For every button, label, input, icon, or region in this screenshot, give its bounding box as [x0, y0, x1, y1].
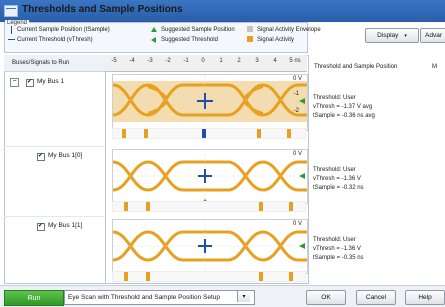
bus-checkbox[interactable]: [37, 152, 45, 161]
cancel-button[interactable]: Cancel: [356, 290, 396, 305]
ruler-tick: -1: [183, 58, 189, 64]
threshold-mode: Threshold: User: [313, 167, 356, 173]
row-divider: [4, 146, 105, 147]
bus-label: My Bus 1: [37, 78, 65, 85]
advanced-button[interactable]: Advar: [420, 28, 445, 43]
ruler-tick: 3: [255, 58, 259, 64]
signal-activity-bars: [111, 200, 307, 213]
bus-checkbox[interactable]: [37, 222, 45, 231]
chevron-down-icon: ▾: [404, 32, 407, 39]
bus-list-header: Buses/Signals to Run: [4, 55, 105, 72]
eye-diagram[interactable]: 0 V: [112, 219, 308, 274]
window-title: Thresholds and Sample Positions: [22, 4, 183, 15]
threshold-mode: Threshold: User: [313, 95, 356, 101]
ruler-tick: -3: [147, 58, 153, 64]
row-divider: [4, 216, 105, 217]
chevron-down-icon[interactable]: ▾: [237, 291, 250, 302]
scale-zero: 0 V: [292, 151, 302, 157]
ruler-tick: -4: [129, 58, 135, 64]
bus-checkbox[interactable]: [26, 78, 34, 87]
vthresh-value: vThresh = -1.37 V avg: [313, 104, 373, 110]
vthresh-value: vThresh = -1.36 V: [313, 246, 361, 252]
bus-list-header-label: Buses/Signals to Run: [12, 60, 70, 66]
scale-zero: 0 V: [292, 221, 302, 227]
display-dropdown[interactable]: Display ▾: [365, 28, 419, 43]
legend-signal-activity: Signal Activity: [257, 37, 295, 43]
info-block: Threshold: User vThresh = -1.37 V avg tS…: [313, 94, 375, 121]
threshold-mode: Threshold: User: [313, 237, 356, 243]
signal-activity-bars: [111, 270, 307, 283]
legend-suggested-sample: Suggested Sample Position: [161, 27, 235, 33]
legend-title: Legend: [5, 20, 30, 26]
collapse-toggle[interactable]: −: [10, 78, 19, 87]
eye-waveform: [112, 150, 307, 203]
suggested-threshold-triangle-icon: [151, 37, 156, 43]
ruler-tick: 2: [237, 58, 241, 64]
eye-waveform: [112, 220, 307, 273]
advanced-label: Advar: [425, 32, 442, 39]
display-label: Display: [377, 32, 399, 39]
legend-box: Current Sample Position (tSample) Curren…: [4, 22, 321, 53]
window-icon: [4, 5, 18, 17]
legend-signal-envelope: Signal Activity Envelope: [257, 27, 321, 33]
activity-bars-svg: [111, 200, 307, 213]
legend-current-threshold: Current Threshold (vThresh): [17, 37, 93, 43]
info-column-header: Threshold and Sample Position: [314, 64, 398, 70]
tsample-value: tSample = -0.32 ns: [313, 185, 364, 191]
help-button[interactable]: Help: [405, 290, 445, 305]
tsample-value: tSample = -0.36 ns avg: [313, 113, 375, 119]
ruler-tick: 4: [273, 58, 277, 64]
eye-waveform: [112, 75, 307, 130]
bus-label: My Bus 1[1]: [48, 222, 83, 229]
scale-m2: -2: [293, 108, 299, 114]
ruler-tick: -2: [165, 58, 171, 64]
vthresh-value: vThresh = -1.36 V: [313, 176, 361, 182]
suggested-sample-triangle-icon: [151, 27, 157, 32]
ruler-tick: 1: [219, 58, 223, 64]
signal-activity-bars: [111, 127, 307, 140]
activity-swatch-icon: [247, 36, 253, 42]
legend-suggested-threshold: Suggested Threshold: [161, 37, 218, 43]
ok-button[interactable]: OK: [306, 290, 346, 305]
activity-bars-svg: [111, 270, 307, 283]
ruler-tick: 5 ns: [289, 58, 301, 64]
scale-m1: -1: [293, 91, 299, 97]
ruler-tick: 0: [201, 58, 205, 64]
info-column-header-cut: M: [432, 64, 437, 70]
bus-list-panel: [4, 55, 107, 284]
ruler-tick: -5: [111, 58, 117, 64]
tsample-value: tSample = -0.35 ns: [313, 255, 364, 261]
sample-position-line-icon: [11, 26, 12, 34]
setup-select[interactable]: Eye Scan with Threshold and Sample Posit…: [64, 290, 255, 305]
time-ruler: -5 -4 -3 -2 -1 0 1 2 3 4 5 ns: [105, 55, 307, 72]
envelope-swatch-icon: [247, 26, 253, 32]
activity-bars-svg: [111, 127, 307, 140]
run-button[interactable]: Run: [4, 290, 64, 306]
bus-label: My Bus 1[0]: [48, 152, 83, 159]
legend-current-sample: Current Sample Position (tSample): [17, 27, 110, 33]
eye-diagram[interactable]: 0 V: [112, 149, 308, 204]
scale-zero: 0 V: [292, 76, 302, 82]
info-block: Threshold: User vThresh = -1.36 V tSampl…: [313, 236, 364, 263]
threshold-line-icon: [8, 39, 15, 40]
eye-diagram[interactable]: 0 V -1 -2: [112, 74, 308, 131]
info-block: Threshold: User vThresh = -1.36 V tSampl…: [313, 166, 364, 193]
